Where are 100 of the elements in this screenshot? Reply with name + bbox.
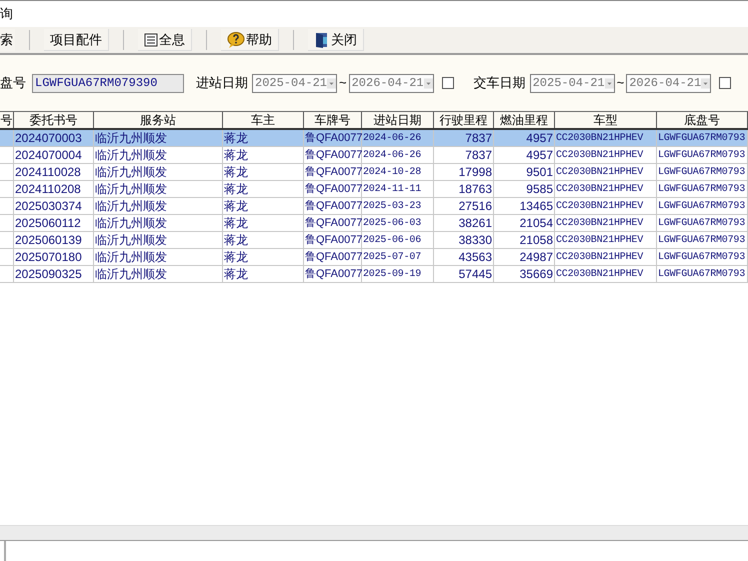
table-cell: 27516 xyxy=(434,198,494,214)
table-cell: 蒋龙 xyxy=(223,164,304,180)
table-cell: 2025-09-19 xyxy=(362,266,434,282)
table-cell: 鲁QFA0077 xyxy=(304,181,362,197)
table-cell: 2024070004 xyxy=(14,147,94,163)
table-cell: 9501 xyxy=(494,164,555,180)
table-cell: 38261 xyxy=(434,215,494,231)
checkbox[interactable] xyxy=(442,77,454,89)
table-cell: CC2030BN21HPHEV xyxy=(555,198,657,214)
table-cell: 2024-06-26 xyxy=(362,147,434,163)
table-cell: 2025060139 xyxy=(14,232,94,248)
table-cell: 21058 xyxy=(494,232,555,248)
table-cell: 9585 xyxy=(494,181,555,197)
table-cell: 蒋龙 xyxy=(223,215,304,231)
table-cell: 临沂九州顺发 xyxy=(94,215,223,231)
horizontal-scrollbar[interactable] xyxy=(0,525,748,541)
table-cell: CC2030BN21HPHEV xyxy=(555,249,657,265)
column-header[interactable]: 进站日期 xyxy=(362,112,434,128)
table-cell: LGWFGUA67RM0793 xyxy=(657,130,748,146)
table-cell: 7837 xyxy=(434,147,494,163)
column-header[interactable]: 车牌号 xyxy=(304,112,362,128)
table-cell: 临沂九州顺发 xyxy=(94,249,223,265)
table-cell: 43563 xyxy=(434,249,494,265)
column-header[interactable]: 行驶里程 xyxy=(434,112,494,128)
help-icon xyxy=(227,32,245,48)
table-cell: 临沂九州顺发 xyxy=(94,198,223,214)
table-cell: 蒋龙 xyxy=(223,266,304,282)
table-cell: 鲁QFA0077 xyxy=(304,249,362,265)
table-cell: LGWFGUA67RM0793 xyxy=(657,181,748,197)
table-cell: 鲁QFA0077 xyxy=(304,164,362,180)
table-cell: 2025-03-23 xyxy=(362,198,434,214)
table-cell: LGWFGUA67RM0793 xyxy=(657,164,748,180)
table-cell: 2025070180 xyxy=(14,249,94,265)
table-cell: 2025060112 xyxy=(14,215,94,231)
table-cell: CC2030BN21HPHEV xyxy=(555,164,657,180)
range-separator: ~ xyxy=(616,74,624,92)
table-cell: 临沂九州顺发 xyxy=(94,130,223,146)
table-row[interactable]: 2025070180 临沂九州顺发 蒋龙 鲁QFA00772025-07-07 43563 24987 CC2030BN21HPHEV LGWFGUA67RM0793 xyxy=(0,249,748,266)
table-cell: CC2030BN21HPHEV xyxy=(555,181,657,197)
table-cell: LGWFGUA67RM0793 xyxy=(657,266,748,282)
checkbox[interactable] xyxy=(719,77,732,89)
table-cell: 2024-10-28 xyxy=(362,164,434,180)
table-cell: 鲁QFA0077 xyxy=(304,232,362,248)
table-row[interactable]: 2024070003 临沂九州顺发 蒋龙 鲁QFA00772024-06-26 7837 4957 CC2030BN21HPHEV LGWFGUA67RM0793 xyxy=(0,130,748,147)
chassis-label: 盘号 xyxy=(0,74,26,92)
column-header[interactable]: 车型 xyxy=(555,112,657,128)
toolbar-button[interactable]: 关闭 xyxy=(308,29,364,51)
table-cell: 鲁QFA0077 xyxy=(304,215,362,231)
table-cell: 35669 xyxy=(494,266,555,282)
table-cell: 鲁QFA0077 xyxy=(304,198,362,214)
table-cell: 2024110208 xyxy=(14,181,94,197)
table-cell: CC2030BN21HPHEV xyxy=(555,232,657,248)
date-label: 进站日期 xyxy=(196,74,248,92)
column-header[interactable]: 燃油里程 xyxy=(494,112,555,128)
table-cell: LGWFGUA67RM0793 xyxy=(657,232,748,248)
table-cell: 7837 xyxy=(434,130,494,146)
table-cell: 38330 xyxy=(434,232,494,248)
toolbar-button[interactable]: 项目配件 xyxy=(44,29,109,51)
table-cell: 2025090325 xyxy=(14,266,94,282)
list-icon xyxy=(144,32,158,46)
table-cell: 鲁QFA0077 xyxy=(304,130,362,146)
table-cell: LGWFGUA67RM0793 xyxy=(657,249,748,265)
table-row[interactable]: 2025060139 临沂九州顺发 蒋龙 鲁QFA00772025-06-06 38330 21058 CC2030BN21HPHEV LGWFGUA67RM0793 xyxy=(0,232,748,249)
table-cell: LGWFGUA67RM0793 xyxy=(657,147,748,163)
table-cell: 2025030374 xyxy=(14,198,94,214)
table-cell: 蒋龙 xyxy=(223,147,304,163)
table-row[interactable]: 2025060112 临沂九州顺发 蒋龙 鲁QFA00772025-06-03 38261 21054 CC2030BN21HPHEV LGWFGUA67RM0793 xyxy=(0,215,748,232)
table-cell: 临沂九州顺发 xyxy=(94,164,223,180)
table-row[interactable]: 2025090325 临沂九州顺发 蒋龙 鲁QFA00772025-09-19 57445 35669 CC2030BN21HPHEV LGWFGUA67RM0793 xyxy=(0,266,748,283)
table-row[interactable]: 2024110028 临沂九州顺发 蒋龙 鲁QFA00772024-10-28 17998 9501 CC2030BN21HPHEV LGWFGUA67RM0793 xyxy=(0,164,748,181)
table-cell: CC2030BN21HPHEV xyxy=(555,147,657,163)
door-icon xyxy=(314,32,330,48)
table-cell: 21054 xyxy=(494,215,555,231)
table-cell: 蒋龙 xyxy=(223,130,304,146)
table-cell: 4957 xyxy=(494,130,555,146)
column-header[interactable]: 服务站 xyxy=(94,112,223,128)
table-row[interactable]: 2024070004 临沂九州顺发 蒋龙 鲁QFA00772024-06-26 7837 4957 CC2030BN21HPHEV LGWFGUA67RM0793 xyxy=(0,147,748,164)
table-cell: 鲁QFA0077 xyxy=(304,147,362,163)
range-separator: ~ xyxy=(339,74,347,92)
table-cell: LGWFGUA67RM0793 xyxy=(657,198,748,214)
table-cell: 鲁QFA0077 xyxy=(304,266,362,282)
table-cell: 17998 xyxy=(434,164,494,180)
table-row[interactable]: 2025030374 临沂九州顺发 蒋龙 鲁QFA00772025-03-23 27516 13465 CC2030BN21HPHEV LGWFGUA67RM0793 xyxy=(0,198,748,215)
table-cell: 2024110028 xyxy=(14,164,94,180)
column-header[interactable]: 委托书号 xyxy=(14,112,94,128)
column-header[interactable]: 号 xyxy=(0,112,14,128)
table-cell: 蒋龙 xyxy=(223,181,304,197)
table-row[interactable]: 2024110208 临沂九州顺发 蒋龙 鲁QFA00772024-11-11 18763 9585 CC2030BN21HPHEV LGWFGUA67RM0793 xyxy=(0,181,748,198)
chassis-field[interactable]: LGWFGUA67RM079390 xyxy=(32,74,184,92)
table-cell: 4957 xyxy=(494,147,555,163)
column-header[interactable]: 车主 xyxy=(223,112,304,128)
table-cell: CC2030BN21HPHEV xyxy=(555,266,657,282)
toolbar-button[interactable]: 帮助 xyxy=(221,29,279,51)
table-cell: 24987 xyxy=(494,249,555,265)
table-cell: 57445 xyxy=(434,266,494,282)
column-header[interactable]: 底盘号 xyxy=(657,112,748,128)
table-cell: LGWFGUA67RM0793 xyxy=(657,215,748,231)
table-cell: 2025-06-06 xyxy=(362,232,434,248)
toolbar-button[interactable]: 全息 xyxy=(138,29,192,51)
table-cell: 18763 xyxy=(434,181,494,197)
